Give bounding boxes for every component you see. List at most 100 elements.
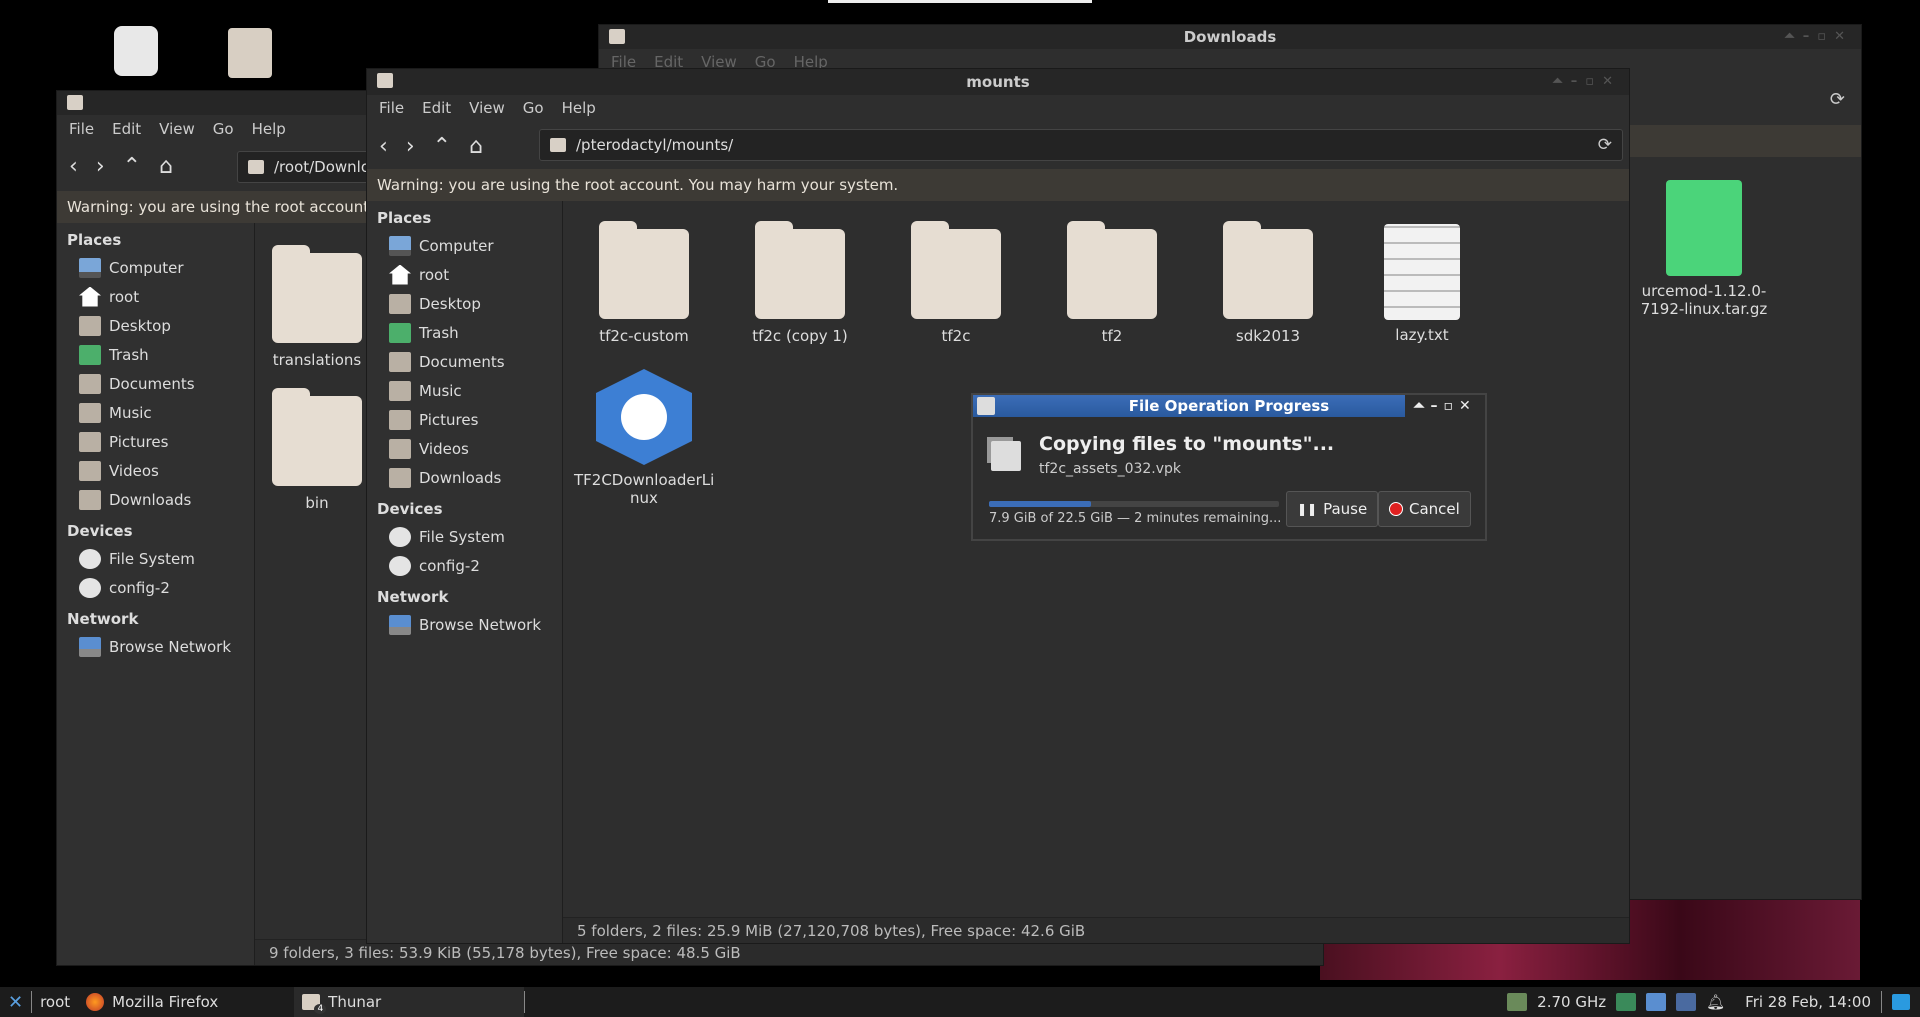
clock[interactable]: Fri 28 Feb, 14:00 xyxy=(1745,993,1871,1011)
network-icon[interactable] xyxy=(1646,993,1667,1011)
sidebar-item-videos[interactable]: Videos xyxy=(367,434,562,463)
sidebar-item-pictures[interactable]: Pictures xyxy=(367,405,562,434)
progress-dialog-titlebar[interactable]: File Operation Progress ⏶–▫✕ xyxy=(973,395,1485,417)
show-desktop-icon[interactable] xyxy=(1892,994,1910,1010)
menu-view[interactable]: View xyxy=(159,120,195,138)
back-icon[interactable]: ‹ xyxy=(379,134,388,159)
cancel-button[interactable]: Cancel xyxy=(1378,491,1471,527)
file-item[interactable]: bin xyxy=(252,388,382,512)
menu-file[interactable]: File xyxy=(69,120,94,138)
menu-view[interactable]: View xyxy=(469,99,505,117)
network-heading: Network xyxy=(67,610,139,628)
system-tray: 2.70 GHz 🔔︎ Fri 28 Feb, 14:00 xyxy=(1507,987,1920,1017)
file-item[interactable]: tf2c (copy 1) xyxy=(735,221,865,345)
sidebar-item-trash[interactable]: Trash xyxy=(367,318,562,347)
folder-icon xyxy=(1223,221,1313,319)
trash-icon xyxy=(389,322,411,343)
clipboard-icon[interactable] xyxy=(1616,993,1637,1011)
window-controls-icon[interactable]: ⏶–▫✕ xyxy=(1552,69,1621,95)
up-icon[interactable]: ⌃ xyxy=(433,134,451,159)
home-folder-icon[interactable] xyxy=(228,28,272,78)
computer-icon xyxy=(79,257,101,278)
menu-file[interactable]: File xyxy=(379,99,404,117)
sidebar-item-browse-network[interactable]: Browse Network xyxy=(367,610,562,639)
menu-edit[interactable]: Edit xyxy=(422,99,451,117)
progress-dialog-title: File Operation Progress xyxy=(1128,397,1330,415)
forward-icon[interactable]: › xyxy=(96,154,105,179)
taskbar-item-firefox[interactable]: Mozilla Firefox xyxy=(78,987,294,1017)
sidebar-item-pictures[interactable]: Pictures xyxy=(57,427,254,456)
up-icon[interactable]: ⌃ xyxy=(123,154,141,179)
file-item[interactable]: tf2 xyxy=(1047,221,1177,345)
sidebar-item-filesystem[interactable]: File System xyxy=(57,544,254,573)
menu-help[interactable]: Help xyxy=(252,120,286,138)
window-controls-icon[interactable]: ⏶–▫✕ xyxy=(1784,25,1853,49)
sidebar-item-documents[interactable]: Documents xyxy=(57,369,254,398)
notification-bell-icon[interactable]: 🔔︎ xyxy=(1706,993,1725,1011)
mounts-path[interactable]: /pterodactyl/mounts/ xyxy=(576,136,733,154)
downloads-titlebar[interactable]: Downloads ⏶–▫✕ xyxy=(599,25,1861,49)
file-item[interactable]: sdk2013 xyxy=(1203,221,1333,345)
sidebar-item-config-2[interactable]: config-2 xyxy=(367,551,562,580)
progress-bar xyxy=(989,501,1279,507)
window-controls-icon[interactable]: ⏶–▫✕ xyxy=(1405,395,1485,417)
file-item[interactable]: translations xyxy=(252,245,382,369)
taskbar-item-thunar[interactable]: 4 Thunar xyxy=(294,987,525,1017)
folder-icon xyxy=(67,95,83,110)
cpu-icon[interactable] xyxy=(1507,993,1528,1011)
sidebar-item-filesystem[interactable]: File System xyxy=(367,522,562,551)
music-folder-icon xyxy=(79,402,101,423)
sidebar-item-videos[interactable]: Videos xyxy=(57,456,254,485)
sidebar-item-browse-network[interactable]: Browse Network xyxy=(57,632,254,661)
sidebar-item-root[interactable]: root xyxy=(57,282,254,311)
pause-button[interactable]: ❚❚ Pause xyxy=(1286,491,1379,527)
app-menu-button[interactable]: ✕ xyxy=(0,987,31,1017)
mounts-titlebar[interactable]: mounts ⏶–▫✕ xyxy=(367,69,1629,95)
sidebar-item-trash[interactable]: Trash xyxy=(57,340,254,369)
mounts-pathbar[interactable]: /pterodactyl/mounts/ ⟳ xyxy=(539,129,1623,161)
reload-icon[interactable]: ⟳ xyxy=(1598,135,1612,155)
drive-icon[interactable] xyxy=(114,26,158,76)
menu-go[interactable]: Go xyxy=(523,99,544,117)
sidebar-item-computer[interactable]: Computer xyxy=(367,231,562,260)
desktop-folder-icon xyxy=(389,293,411,314)
file-item[interactable]: TF2CDownloaderLi nux xyxy=(574,369,714,507)
sidebar-item-music[interactable]: Music xyxy=(57,398,254,427)
back-icon[interactable]: ‹ xyxy=(69,154,78,179)
gear-icon xyxy=(596,369,692,465)
sidebar-item-documents[interactable]: Documents xyxy=(367,347,562,376)
menu-help[interactable]: Help xyxy=(562,99,596,117)
forward-icon[interactable]: › xyxy=(406,134,415,159)
computer-icon xyxy=(389,235,411,256)
file-label: tf2 xyxy=(1101,327,1123,345)
sidebar-item-root[interactable]: root xyxy=(367,260,562,289)
music-folder-icon xyxy=(389,380,411,401)
home-icon[interactable]: ⌂ xyxy=(159,154,173,179)
sidebar-item-computer[interactable]: Computer xyxy=(57,253,254,282)
mounts-sidebar: Places Computer root Desktop Trash Docum… xyxy=(367,201,563,943)
taskbar-item-root[interactable]: root xyxy=(32,987,78,1017)
pictures-folder-icon xyxy=(389,409,411,430)
sidebar-item-music[interactable]: Music xyxy=(367,376,562,405)
file-item[interactable]: urcemod-1.12.0- 7192-linux.tar.gz xyxy=(1629,180,1779,318)
menu-edit[interactable]: Edit xyxy=(112,120,141,138)
firefox-icon xyxy=(86,993,105,1011)
menu-go[interactable]: Go xyxy=(213,120,234,138)
sidebar-item-desktop[interactable]: Desktop xyxy=(367,289,562,318)
file-item[interactable]: lazy.txt xyxy=(1357,224,1487,344)
file-item[interactable]: tf2c-custom xyxy=(579,221,709,345)
sidebar-item-config-2[interactable]: config-2 xyxy=(57,573,254,602)
cpu-frequency[interactable]: 2.70 GHz xyxy=(1537,993,1606,1011)
sidebar-item-desktop[interactable]: Desktop xyxy=(57,311,254,340)
home-icon xyxy=(79,286,101,307)
sidebar-item-downloads[interactable]: Downloads xyxy=(57,485,254,514)
devices-heading: Devices xyxy=(67,522,133,540)
home-icon[interactable]: ⌂ xyxy=(469,134,483,159)
sidebar-item-downloads[interactable]: Downloads xyxy=(367,463,562,492)
settings-icon[interactable] xyxy=(1676,993,1697,1011)
folder-icon xyxy=(272,245,362,343)
pause-label: Pause xyxy=(1323,500,1368,518)
file-item[interactable]: tf2c xyxy=(891,221,1021,345)
progress-dialog[interactable]: File Operation Progress ⏶–▫✕ Copying fil… xyxy=(971,393,1487,541)
reload-icon[interactable]: ⟳ xyxy=(1830,89,1845,110)
